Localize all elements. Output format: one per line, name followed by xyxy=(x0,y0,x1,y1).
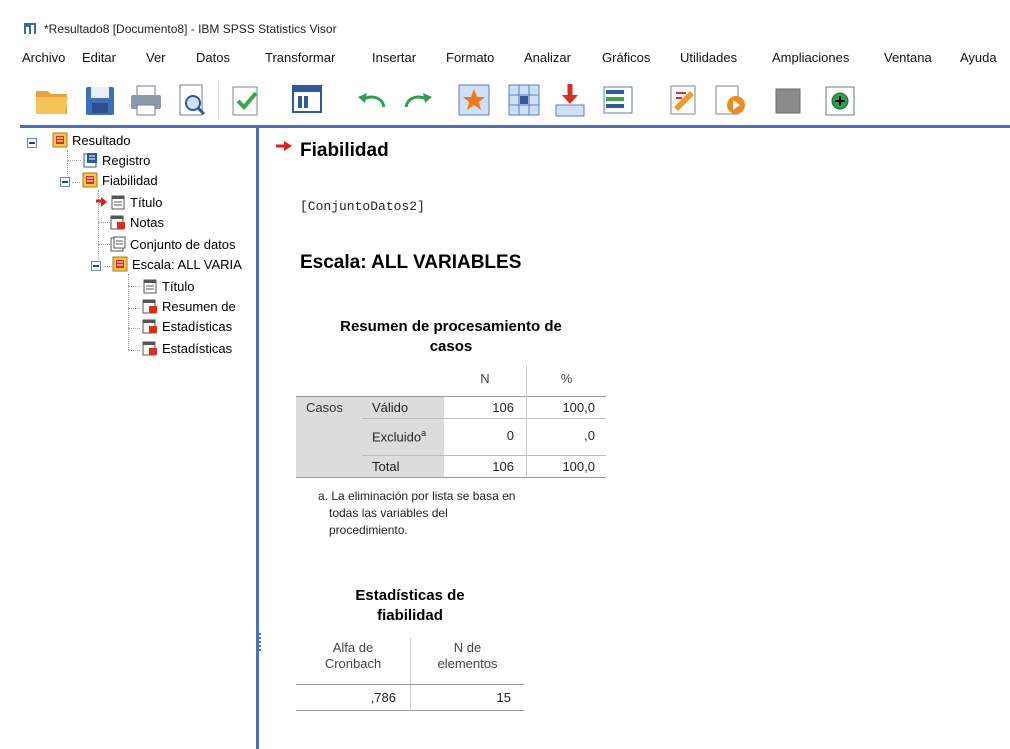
col-header-nitems-line1: N de xyxy=(453,640,482,655)
cell-valido-pct: 100,0 xyxy=(562,400,595,415)
export-icon[interactable] xyxy=(228,81,264,119)
pane-splitter[interactable] xyxy=(256,128,264,749)
menu-bar: Archivo Editar Ver Datos Transformar Ins… xyxy=(0,45,1010,71)
row-group-casos: Casos xyxy=(306,400,343,415)
reliability-table-title: Estadísticas de fiabilidad xyxy=(355,587,465,624)
row-label-total: Total xyxy=(372,459,400,474)
menu-analizar[interactable]: Analizar xyxy=(524,50,571,65)
col-header-pct: % xyxy=(560,371,573,386)
menu-ver[interactable]: Ver xyxy=(146,50,166,65)
dataset-label[interactable]: [ConjuntoDatos2] xyxy=(300,199,425,214)
title-item-icon xyxy=(142,278,158,294)
output-book-icon xyxy=(112,256,128,272)
print-preview-icon[interactable] xyxy=(174,81,210,119)
menu-ventana[interactable]: Ventana xyxy=(884,50,932,65)
tree-item-titulo[interactable]: Título xyxy=(142,278,256,296)
spss-app-icon xyxy=(24,23,36,34)
col-header-n: N xyxy=(480,371,490,386)
print-icon[interactable] xyxy=(128,81,164,119)
promote-icon[interactable] xyxy=(712,81,748,119)
pivot-table-icon xyxy=(142,298,158,314)
tree-item-notas[interactable]: Notas xyxy=(110,214,256,232)
tree-item-escala[interactable]: Escala: ALL VARIA xyxy=(112,256,256,274)
go-to-variable-icon[interactable] xyxy=(506,81,542,119)
log-icon xyxy=(82,152,98,168)
dataset-icon xyxy=(110,236,126,252)
cell-valido-n: 106 xyxy=(492,400,514,415)
redo-icon[interactable] xyxy=(400,81,436,119)
tree-item-estadisticas-1[interactable]: Estadísticas xyxy=(142,318,256,336)
go-to-case-icon[interactable] xyxy=(456,81,492,119)
undo-icon[interactable] xyxy=(354,81,390,119)
pivot-table-icon xyxy=(142,340,158,356)
cell-excluido-n: 0 xyxy=(506,428,514,443)
current-output-arrow-icon xyxy=(276,139,292,153)
recall-dialog-icon[interactable] xyxy=(290,81,326,119)
tree-item-resumen[interactable]: Resumen de xyxy=(142,298,256,316)
tree-item-conjunto-datos[interactable]: Conjunto de datos xyxy=(110,236,256,254)
menu-editar[interactable]: Editar xyxy=(82,50,116,65)
col-header-alpha-line1: Alfa de xyxy=(332,640,374,655)
menu-archivo[interactable]: Archivo xyxy=(22,50,65,65)
pivot-table-icon xyxy=(142,318,158,334)
collapse-fiabilidad-toggle[interactable] xyxy=(60,177,70,187)
collapse-escala-toggle[interactable] xyxy=(91,261,101,271)
splitter-grip[interactable] xyxy=(259,633,261,651)
outline-tree: Resultado Registro Fiabilidad Título Not… xyxy=(20,128,256,749)
title-bar: *Resultado8 [Documento8] - IBM SPSS Stat… xyxy=(0,0,1010,40)
menu-ayuda[interactable]: Ayuda xyxy=(960,50,997,65)
menu-insertar[interactable]: Insertar xyxy=(372,50,416,65)
menu-utilidades[interactable]: Utilidades xyxy=(680,50,737,65)
summary-table-title: Resumen de procesamiento de casos xyxy=(340,318,562,355)
col-header-nitems-line2: elementos xyxy=(437,656,498,671)
output-book-icon xyxy=(52,132,68,148)
collapse-root-toggle[interactable] xyxy=(27,138,37,148)
scale-heading[interactable]: Escala: ALL VARIABLES xyxy=(300,252,521,274)
summary-footnote: a. La eliminación por lista se basa en t… xyxy=(318,489,516,537)
output-book-icon xyxy=(82,172,98,188)
menu-transformar[interactable]: Transformar xyxy=(265,50,335,65)
insert-output-icon[interactable] xyxy=(552,81,588,119)
output-heading-fiabilidad[interactable]: Fiabilidad xyxy=(300,140,389,162)
row-label-valido: Válido xyxy=(372,400,409,415)
tree-item-fiabilidad[interactable]: Fiabilidad xyxy=(82,172,252,190)
save-icon[interactable] xyxy=(82,81,118,119)
title-item-icon xyxy=(110,194,126,210)
menu-datos[interactable]: Datos xyxy=(196,50,230,65)
variables-icon[interactable] xyxy=(600,81,636,119)
window-title: *Resultado8 [Documento8] - IBM SPSS Stat… xyxy=(44,22,337,36)
designate-window-icon[interactable] xyxy=(666,81,702,119)
current-item-arrow-icon xyxy=(96,194,108,210)
tree-item-titulo-selected[interactable]: Título xyxy=(96,194,256,212)
menu-graficos[interactable]: Gráficos xyxy=(602,50,650,65)
tree-item-estadisticas-2[interactable]: Estadísticas xyxy=(142,340,256,358)
open-folder-icon[interactable] xyxy=(34,81,70,119)
tree-item-registro[interactable]: Registro xyxy=(82,152,252,170)
notes-icon xyxy=(110,214,126,230)
menu-ampliaciones[interactable]: Ampliaciones xyxy=(772,50,849,65)
menu-formato[interactable]: Formato xyxy=(446,50,494,65)
cell-total-n: 106 xyxy=(492,459,514,474)
cell-excluido-pct: ,0 xyxy=(584,428,595,443)
row-label-excluido: Excluidoa xyxy=(372,428,427,445)
toolbar xyxy=(0,73,1010,125)
tree-item-resultado[interactable]: Resultado xyxy=(52,132,252,150)
col-header-alpha-line2: Cronbach xyxy=(324,656,382,671)
add-icon[interactable] xyxy=(822,81,858,119)
footnote-marker: a xyxy=(421,428,427,438)
cell-cronbach-alpha: ,786 xyxy=(370,690,396,705)
cell-total-pct: 100,0 xyxy=(562,459,595,474)
cell-n-items: 15 xyxy=(496,690,511,705)
disabled-icon xyxy=(770,81,806,119)
